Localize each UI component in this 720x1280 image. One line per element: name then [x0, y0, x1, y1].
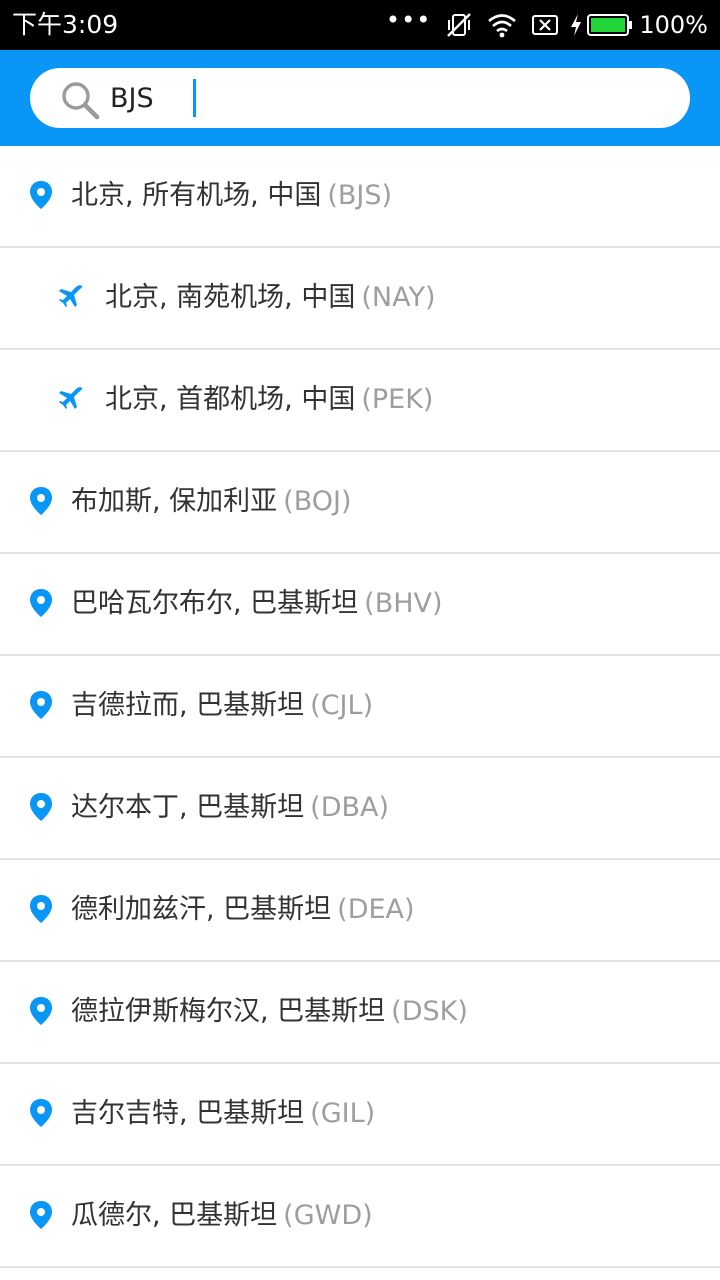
result-label: 北京, 南苑机场, 中国 (NAY) — [105, 278, 435, 318]
result-code: (DEA) — [337, 894, 415, 925]
result-label: 德拉伊斯梅尔汉, 巴基斯坦 (DSK) — [71, 992, 468, 1032]
search-results-list: 北京, 所有机场, 中国 (BJS) 北京, 南苑机场, 中国 (NAY) 北京, … — [0, 146, 720, 1268]
search-header — [0, 50, 720, 146]
result-label: 瓜德尔, 巴基斯坦 (GWD) — [71, 1196, 373, 1236]
result-name: 德利加兹汗, 巴基斯坦 — [71, 894, 332, 925]
result-row[interactable]: 北京, 首都机场, 中国 (PEK) — [0, 350, 720, 452]
location-pin-icon — [28, 486, 54, 516]
text-cursor — [193, 79, 196, 117]
result-label: 德利加兹汗, 巴基斯坦 (DEA) — [71, 890, 415, 930]
result-row[interactable]: 德拉伊斯梅尔汉, 巴基斯坦 (DSK) — [0, 962, 720, 1064]
result-name: 德拉伊斯梅尔汉, 巴基斯坦 — [71, 996, 386, 1027]
result-code: (NAY) — [361, 282, 436, 313]
status-bar: 下午3:09 ••• 100% — [0, 0, 720, 50]
result-code: (BOJ) — [283, 486, 352, 517]
result-label: 达尔本丁, 巴基斯坦 (DBA) — [71, 788, 389, 828]
result-name: 吉尔吉特, 巴基斯坦 — [71, 1098, 305, 1129]
location-pin-icon — [28, 588, 54, 618]
charging-bolt-icon — [571, 14, 582, 36]
location-pin-icon — [28, 1098, 54, 1128]
result-name: 北京, 南苑机场, 中国 — [105, 282, 356, 313]
search-input[interactable] — [110, 76, 650, 120]
battery-icon — [587, 14, 633, 36]
sim-disabled-icon — [532, 15, 559, 35]
result-name: 巴哈瓦尔布尔, 巴基斯坦 — [71, 588, 359, 619]
result-row[interactable]: 瓜德尔, 巴基斯坦 (GWD) — [0, 1166, 720, 1268]
location-pin-icon — [28, 180, 54, 210]
status-time: 下午3:09 — [12, 10, 119, 39]
result-row[interactable]: 吉德拉而, 巴基斯坦 (CJL) — [0, 656, 720, 758]
location-pin-icon — [28, 894, 54, 924]
location-pin-icon — [28, 996, 54, 1026]
result-label: 吉德拉而, 巴基斯坦 (CJL) — [71, 686, 373, 726]
result-code: (DSK) — [391, 996, 468, 1027]
location-pin-icon — [28, 690, 54, 720]
battery-percent: 100% — [639, 11, 708, 39]
result-row[interactable]: 德利加兹汗, 巴基斯坦 (DEA) — [0, 860, 720, 962]
result-name: 北京, 所有机场, 中国 — [71, 180, 322, 211]
search-icon — [62, 82, 100, 120]
result-label: 北京, 首都机场, 中国 (PEK) — [105, 380, 433, 420]
result-label: 吉尔吉特, 巴基斯坦 (GIL) — [71, 1094, 375, 1134]
result-label: 北京, 所有机场, 中国 (BJS) — [71, 176, 392, 216]
status-icons: ••• 100% — [372, 6, 708, 42]
result-code: (PEK) — [361, 384, 434, 415]
result-code: (GIL) — [310, 1098, 376, 1129]
wifi-icon — [488, 14, 517, 38]
result-row[interactable]: 布加斯, 保加利亚 (BOJ) — [0, 452, 720, 554]
result-row[interactable]: 达尔本丁, 巴基斯坦 (DBA) — [0, 758, 720, 860]
result-code: (BJS) — [327, 180, 393, 211]
airplane-icon — [58, 284, 84, 314]
result-name: 瓜德尔, 巴基斯坦 — [71, 1200, 278, 1231]
result-name: 吉德拉而, 巴基斯坦 — [71, 690, 305, 721]
location-pin-icon — [28, 1200, 54, 1230]
search-box[interactable] — [30, 68, 690, 128]
result-name: 北京, 首都机场, 中国 — [105, 384, 356, 415]
result-label: 巴哈瓦尔布尔, 巴基斯坦 (BHV) — [71, 584, 443, 624]
result-code: (DBA) — [310, 792, 390, 823]
result-name: 达尔本丁, 巴基斯坦 — [71, 792, 305, 823]
result-row[interactable]: 北京, 所有机场, 中国 (BJS) — [0, 146, 720, 248]
more-dots-icon: ••• — [385, 6, 432, 34]
result-code: (BHV) — [364, 588, 443, 619]
airplane-icon — [58, 386, 84, 416]
result-row[interactable]: 巴哈瓦尔布尔, 巴基斯坦 (BHV) — [0, 554, 720, 656]
vibrate-mute-icon — [447, 13, 472, 37]
result-row[interactable]: 北京, 南苑机场, 中国 (NAY) — [0, 248, 720, 350]
result-code: (GWD) — [283, 1200, 373, 1231]
result-name: 布加斯, 保加利亚 — [71, 486, 278, 517]
result-code: (CJL) — [310, 690, 374, 721]
result-row[interactable]: 吉尔吉特, 巴基斯坦 (GIL) — [0, 1064, 720, 1166]
location-pin-icon — [28, 792, 54, 822]
result-label: 布加斯, 保加利亚 (BOJ) — [71, 482, 352, 522]
